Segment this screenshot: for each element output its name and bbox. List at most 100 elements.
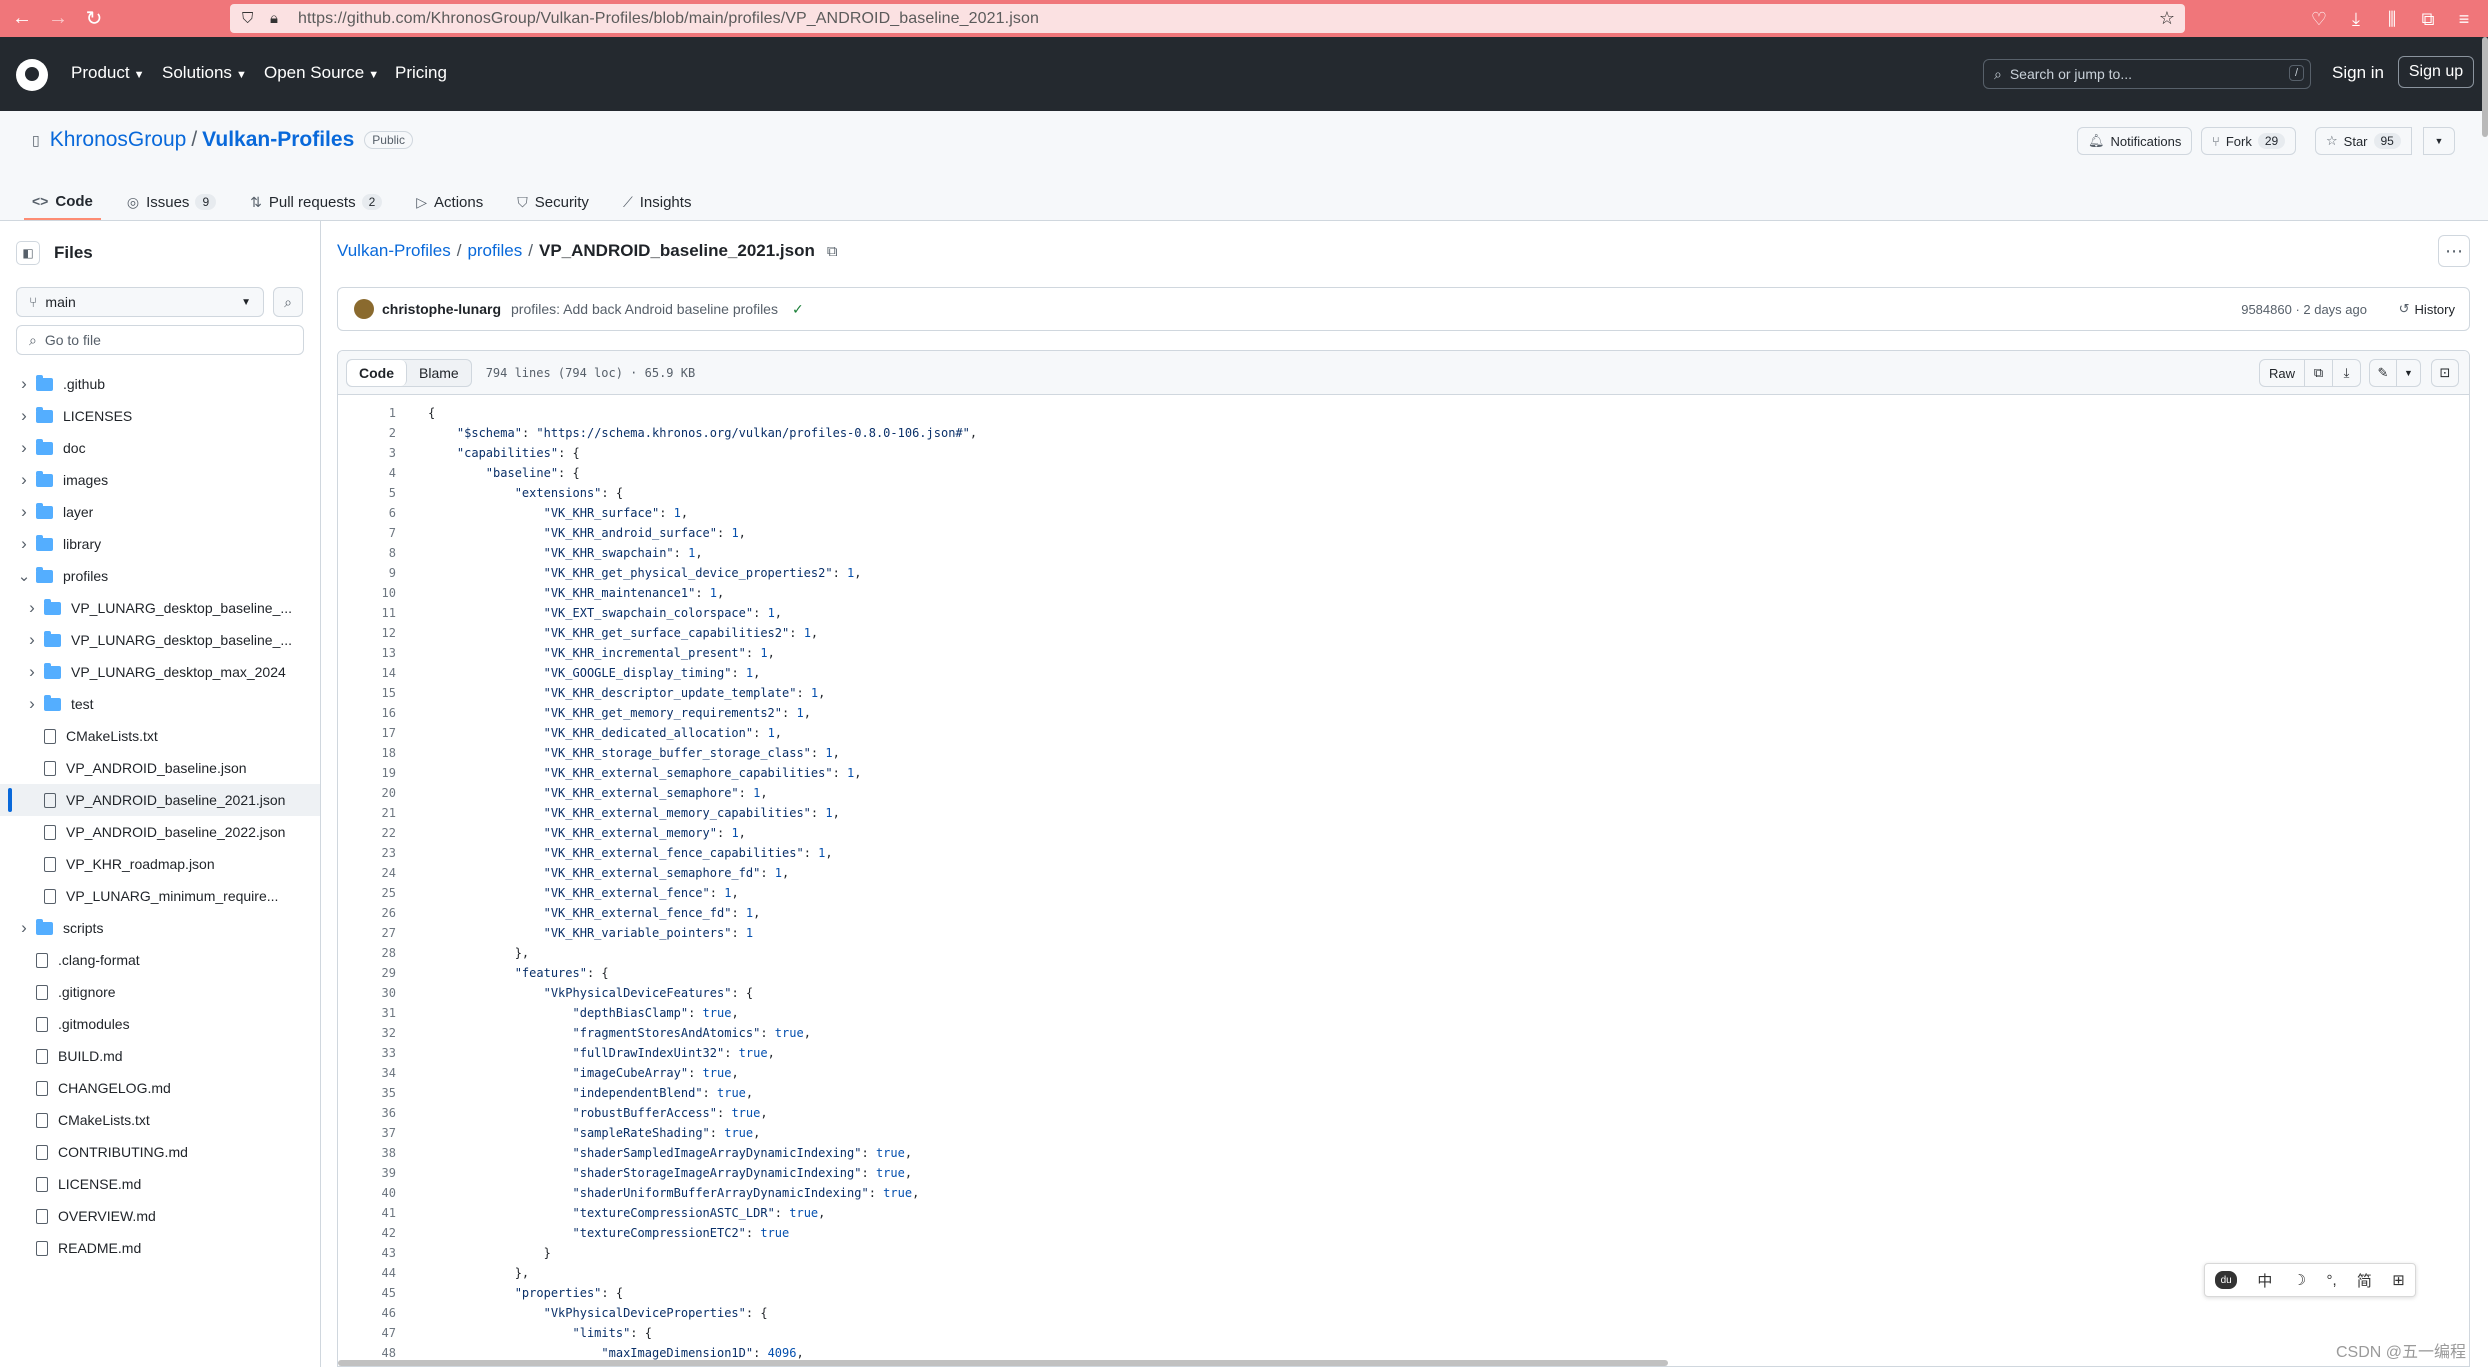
sidebar-collapse-icon[interactable]: ◧ (16, 241, 40, 265)
line-number[interactable]: 2 (338, 423, 396, 443)
copy-path-icon[interactable]: ⧉ (827, 243, 838, 260)
line-number[interactable]: 1 (338, 403, 396, 423)
line-number[interactable]: 39 (338, 1163, 396, 1183)
raw-button[interactable]: Raw (2258, 359, 2305, 387)
tab-security[interactable]: ⛉ Security (509, 184, 597, 220)
line-number[interactable]: 16 (338, 703, 396, 723)
more-options-button[interactable]: ⋯ (2438, 235, 2470, 267)
tab-insights[interactable]: ⟋ Insights (615, 184, 700, 220)
horizontal-scrollbar[interactable] (338, 1360, 1668, 1366)
notifications-button[interactable]: 🔔︎ Notifications (2077, 127, 2193, 155)
copy-raw-icon[interactable]: ⧉ (2305, 359, 2333, 387)
file-tree-file[interactable]: VP_KHR_roadmap.json (0, 848, 320, 880)
line-number[interactable]: 22 (338, 823, 396, 843)
blame-tab-button[interactable]: Blame (407, 360, 471, 386)
line-number[interactable]: 45 (338, 1283, 396, 1303)
file-tree-file[interactable]: VP_ANDROID_baseline_2022.json (0, 816, 320, 848)
file-tree-file[interactable]: README.md (0, 1232, 320, 1264)
line-number[interactable]: 36 (338, 1103, 396, 1123)
line-number[interactable]: 33 (338, 1043, 396, 1063)
sign-in-link[interactable]: Sign in (2332, 63, 2384, 83)
commit-author-link[interactable]: christophe-lunarg (382, 301, 501, 317)
line-number[interactable]: 42 (338, 1223, 396, 1243)
code-tab-button[interactable]: Code (347, 359, 407, 386)
line-number[interactable]: 6 (338, 503, 396, 523)
nav-solutions[interactable]: Solutions ▼ (162, 63, 247, 83)
line-number[interactable]: 38 (338, 1143, 396, 1163)
file-tree-file[interactable]: BUILD.md (0, 1040, 320, 1072)
menu-icon[interactable]: ≡ (2450, 5, 2478, 33)
file-tree-file[interactable]: VP_LUNARG_minimum_require... (0, 880, 320, 912)
line-number[interactable]: 40 (338, 1183, 396, 1203)
download-icon[interactable]: ⤓ (2342, 5, 2370, 33)
line-number[interactable]: 18 (338, 743, 396, 763)
pocket-icon[interactable]: ♡ (2305, 5, 2333, 33)
repo-owner-link[interactable]: KhronosGroup (50, 128, 187, 152)
nav-pricing[interactable]: Pricing (395, 63, 447, 83)
file-tree-file[interactable]: .clang-format (0, 944, 320, 976)
check-icon[interactable]: ✓ (792, 301, 804, 318)
history-button[interactable]: ↺ History (2399, 301, 2455, 317)
commit-message-link[interactable]: profiles: Add back Android baseline prof… (511, 301, 778, 317)
commit-meta[interactable]: 9584860 · 2 days ago (2241, 302, 2367, 317)
file-tree-file[interactable]: CMakeLists.txt (0, 1104, 320, 1136)
line-number[interactable]: 28 (338, 943, 396, 963)
line-number[interactable]: 43 (338, 1243, 396, 1263)
line-number[interactable]: 32 (338, 1023, 396, 1043)
ime-punctuation-toggle[interactable]: °, (2326, 1272, 2336, 1289)
line-number[interactable]: 21 (338, 803, 396, 823)
file-tree-folder[interactable]: › .github (0, 368, 320, 400)
line-number[interactable]: 4 (338, 463, 396, 483)
ime-moon-icon[interactable]: ☽ (2293, 1271, 2306, 1289)
file-tree-file[interactable]: VP_ANDROID_baseline_2021.json (0, 784, 320, 816)
extensions-icon[interactable]: ⧉ (2414, 5, 2442, 33)
ime-logo-icon[interactable]: du (2215, 1271, 2238, 1289)
file-tree-folder[interactable]: › VP_LUNARG_desktop_baseline_... (0, 624, 320, 656)
line-number[interactable]: 29 (338, 963, 396, 983)
address-bar[interactable]: ⛉ 🔒︎ https://github.com/KhronosGroup/Vul… (230, 4, 2185, 33)
file-tree-file[interactable]: CHANGELOG.md (0, 1072, 320, 1104)
line-number[interactable]: 9 (338, 563, 396, 583)
line-number[interactable]: 17 (338, 723, 396, 743)
line-number[interactable]: 24 (338, 863, 396, 883)
file-tree-file[interactable]: .gitignore (0, 976, 320, 1008)
file-tree-folder[interactable]: › VP_LUNARG_desktop_max_2024 (0, 656, 320, 688)
line-number[interactable]: 27 (338, 923, 396, 943)
forward-icon[interactable]: → (44, 5, 72, 33)
line-number[interactable]: 10 (338, 583, 396, 603)
line-number[interactable]: 7 (338, 523, 396, 543)
line-number[interactable]: 44 (338, 1263, 396, 1283)
file-tree-file[interactable]: OVERVIEW.md (0, 1200, 320, 1232)
file-tree-folder[interactable]: › library (0, 528, 320, 560)
library-icon[interactable]: ⫼ (2378, 5, 2406, 33)
line-number[interactable]: 46 (338, 1303, 396, 1323)
line-number[interactable]: 25 (338, 883, 396, 903)
sign-up-button[interactable]: Sign up (2398, 56, 2474, 88)
star-dropdown-button[interactable]: ▼ (2423, 127, 2455, 155)
file-tree-folder[interactable]: › VP_LUNARG_desktop_baseline_... (0, 592, 320, 624)
edit-pencil-icon[interactable]: ✎ (2369, 359, 2397, 387)
fork-button[interactable]: ⑂ Fork 29 (2201, 127, 2297, 155)
line-number[interactable]: 3 (338, 443, 396, 463)
breadcrumb-repo-link[interactable]: Vulkan-Profiles (337, 241, 451, 261)
line-number[interactable]: 47 (338, 1323, 396, 1343)
star-button[interactable]: ☆ Star 95 (2315, 127, 2412, 155)
line-number[interactable]: 11 (338, 603, 396, 623)
line-number[interactable]: 31 (338, 1003, 396, 1023)
line-number[interactable]: 34 (338, 1063, 396, 1083)
line-number[interactable]: 20 (338, 783, 396, 803)
back-icon[interactable]: ← (8, 5, 36, 33)
nav-open-source[interactable]: Open Source ▼ (264, 63, 379, 83)
ime-simplified-toggle[interactable]: 简 (2357, 1270, 2372, 1291)
line-number[interactable]: 15 (338, 683, 396, 703)
tab-code[interactable]: <> Code (24, 184, 101, 220)
file-tree-folder[interactable]: ⌄ profiles (0, 560, 320, 592)
search-input[interactable]: ⌕ Search or jump to... / (1983, 59, 2311, 89)
line-number[interactable]: 5 (338, 483, 396, 503)
file-tree-file[interactable]: CMakeLists.txt (0, 720, 320, 752)
file-tree-folder[interactable]: › LICENSES (0, 400, 320, 432)
line-number[interactable]: 41 (338, 1203, 396, 1223)
go-to-file-input[interactable]: ⌕ Go to file (16, 325, 304, 355)
bookmark-star-icon[interactable]: ☆ (2159, 8, 2175, 29)
line-number[interactable]: 37 (338, 1123, 396, 1143)
